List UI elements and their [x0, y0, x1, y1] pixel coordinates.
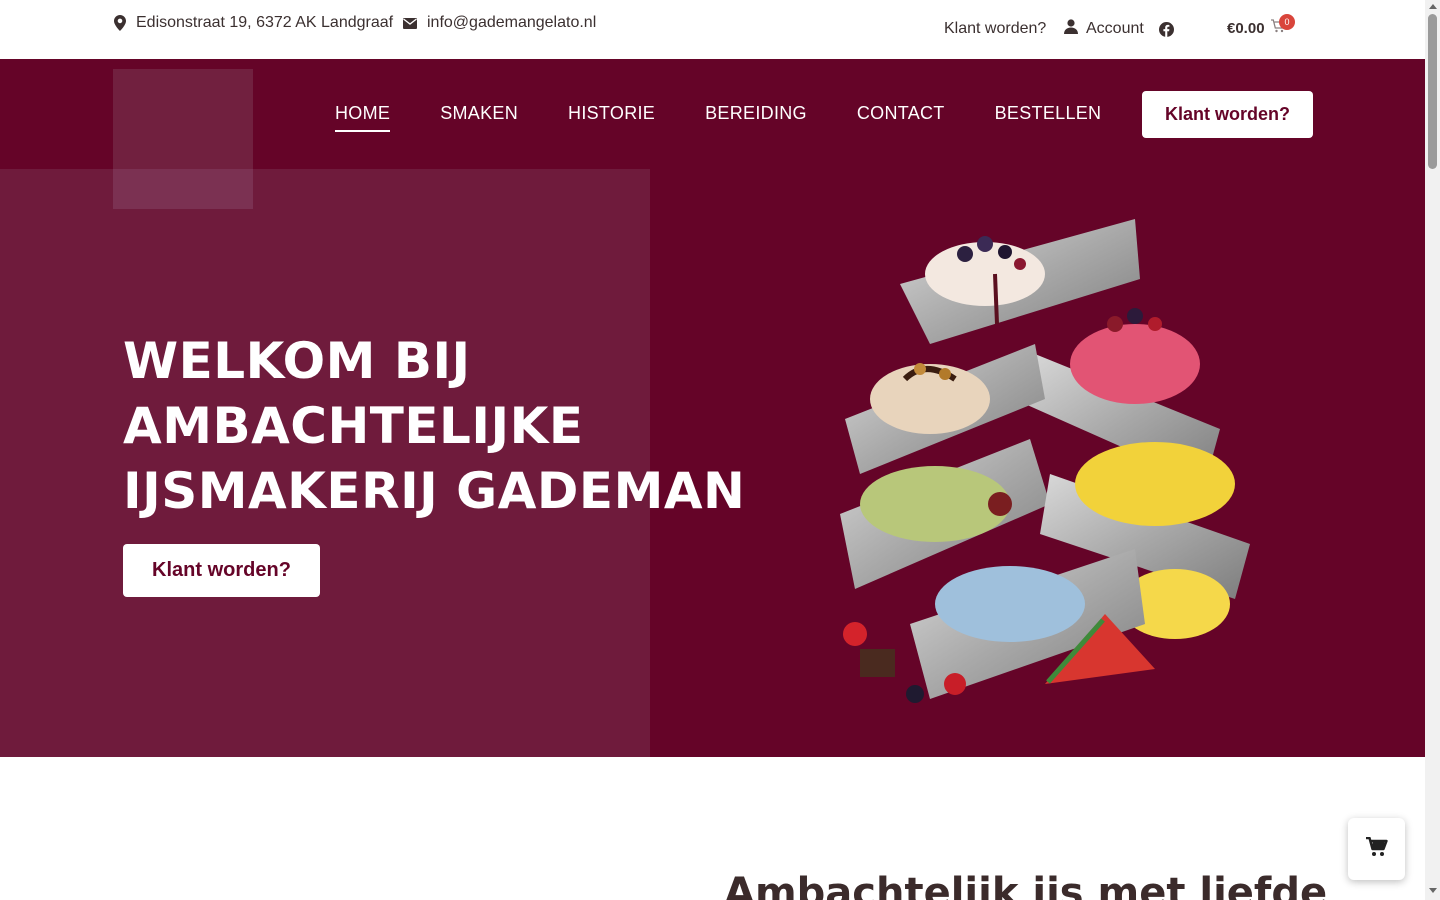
- nav-item-bestellen[interactable]: BESTELLEN: [995, 103, 1102, 130]
- scroll-thumb[interactable]: [1428, 14, 1437, 169]
- section-heading: Ambachtelijk ijs met liefde: [724, 870, 1328, 900]
- account-label[interactable]: Account: [1086, 20, 1144, 38]
- address-text: Edisonstraat 19, 6372 AK Landgraaf: [136, 14, 394, 31]
- hero-klant-worden-button[interactable]: Klant worden?: [123, 544, 320, 597]
- nav-item-bereiding[interactable]: BEREIDING: [705, 103, 807, 130]
- scroll-up-arrow-icon[interactable]: [1429, 4, 1437, 9]
- account-link[interactable]: Account: [1064, 19, 1144, 39]
- main-nav: HOME SMAKEN HISTORIE BEREIDING CONTACT B…: [335, 103, 1102, 132]
- cart-total[interactable]: €0.00: [1227, 20, 1265, 37]
- logo-lower-band: [113, 169, 253, 209]
- map-pin-icon: [114, 15, 126, 31]
- email-link[interactable]: info@gademangelato.nl: [427, 14, 596, 32]
- nav-item-contact[interactable]: CONTACT: [857, 103, 945, 130]
- floating-cart-button[interactable]: [1348, 818, 1405, 880]
- scroll-down-arrow-icon[interactable]: [1429, 888, 1437, 893]
- facebook-icon[interactable]: [1159, 22, 1174, 42]
- user-icon: [1064, 19, 1078, 39]
- nav-item-smaken[interactable]: SMAKEN: [440, 103, 518, 130]
- hero-title-line: WELKOM BIJ: [123, 332, 471, 390]
- hero-section: HOME SMAKEN HISTORIE BEREIDING CONTACT B…: [0, 59, 1425, 757]
- klant-worden-link[interactable]: Klant worden?: [944, 20, 1046, 38]
- hero-title-line: AMBACHTELIJKE: [123, 397, 584, 455]
- nav-item-home[interactable]: HOME: [335, 103, 391, 132]
- shopping-cart-icon: [1365, 836, 1388, 862]
- cart-count-badge: 0: [1279, 14, 1295, 30]
- site-logo[interactable]: [113, 69, 253, 209]
- email-info[interactable]: info@gademangelato.nl: [403, 14, 596, 32]
- tub-top: [900, 219, 1140, 344]
- ice-cream-tubs-image: [840, 219, 1250, 703]
- top-bar: Edisonstraat 19, 6372 AK Landgraaf info@…: [0, 0, 1425, 59]
- page-scrollbar[interactable]: [1425, 0, 1440, 900]
- nav-klant-worden-button[interactable]: Klant worden?: [1142, 91, 1313, 138]
- address-info: Edisonstraat 19, 6372 AK Landgraaf: [114, 14, 393, 32]
- nav-item-historie[interactable]: HISTORIE: [568, 103, 655, 130]
- hero-title: WELKOM BIJ AMBACHTELIJKE IJSMAKERIJ GADE…: [123, 329, 745, 524]
- envelope-icon: [403, 17, 417, 29]
- hero-title-line: IJSMAKERIJ GADEMAN: [123, 462, 746, 520]
- cart-widget[interactable]: €0.00 0: [1227, 14, 1295, 38]
